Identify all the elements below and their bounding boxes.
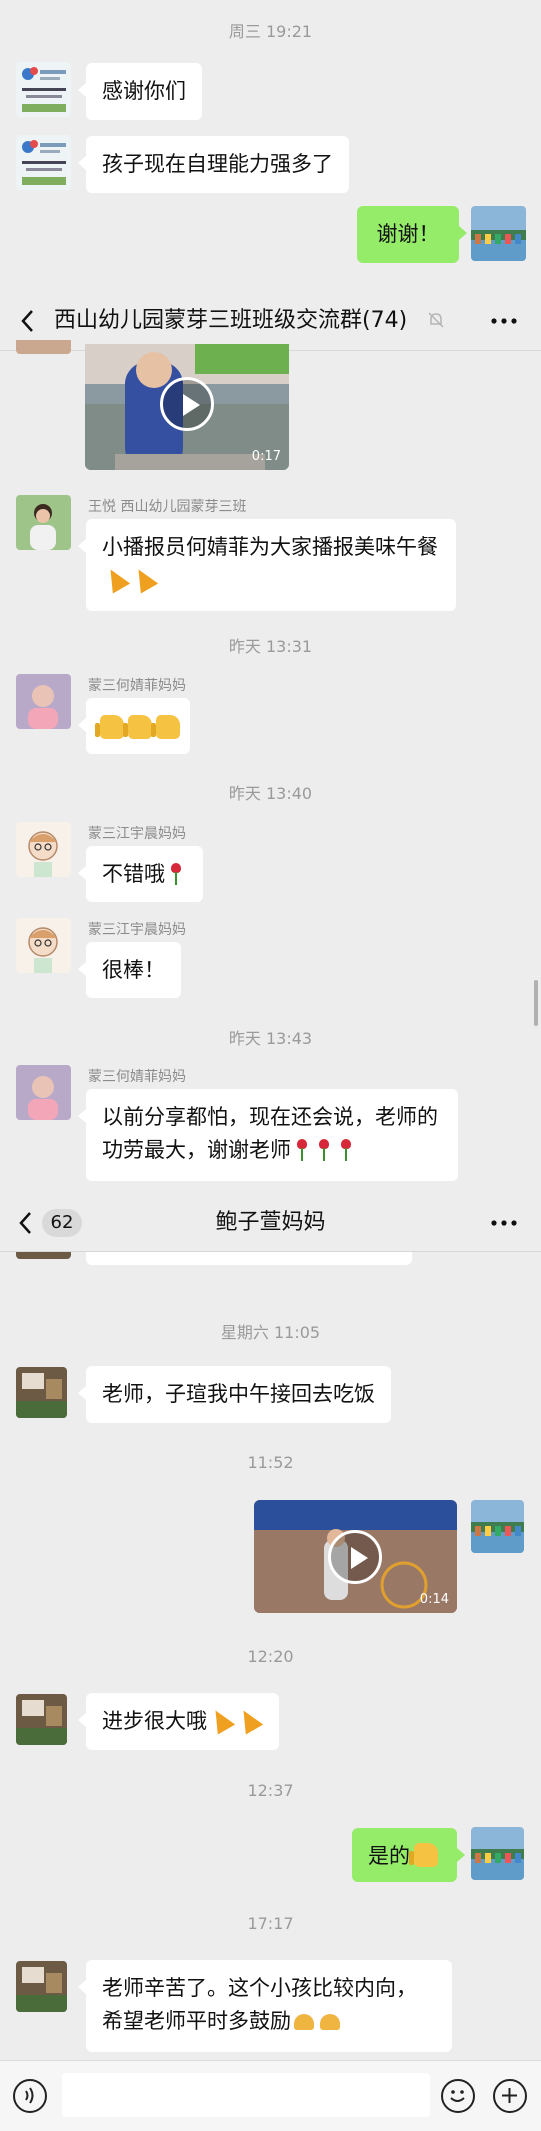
video-message[interactable]: 0:17 [85, 344, 289, 470]
chat-header: 西山幼儿园蒙芽三班班级交流群(74) [0, 292, 541, 351]
watermark-text: 西山 [332, 2085, 380, 2113]
avatar-self[interactable] [471, 206, 526, 261]
chat-title: 西山幼儿园蒙芽三班班级交流群(74) [54, 308, 408, 333]
play-icon[interactable] [328, 1530, 382, 1584]
plus-icon[interactable] [493, 2079, 527, 2113]
message-bubble[interactable]: 以前分享都怕，现在还会说，老师的功劳最大，谢谢老师 [78, 1089, 458, 1181]
avatar-photo-icon [471, 1827, 524, 1880]
chat-screen-1: 周三 19:21 感谢你们 孩子现在自理能力强多了 谢谢！ [0, 0, 541, 295]
chat-header: 62 鲍子萱妈妈 [0, 1195, 541, 1252]
rose-icon [319, 1139, 329, 1161]
message-bubble[interactable]: 不错哦 [78, 846, 203, 902]
avatar-cartoon-icon [16, 822, 71, 877]
avatar[interactable] [16, 135, 71, 190]
timestamp: 11:52 [247, 1453, 294, 1472]
avatar-self[interactable] [471, 1827, 524, 1880]
avatar-photo-icon [16, 495, 71, 550]
avatar[interactable] [16, 62, 71, 117]
avatar[interactable] [16, 495, 71, 550]
avatar[interactable] [16, 1367, 67, 1418]
message-text: 是的 [368, 1844, 410, 1868]
avatar-photo-icon [16, 1065, 71, 1120]
sender-name: 王悦 西山幼儿园蒙芽三班 [88, 499, 247, 515]
chat-screen-3: 可以让子瑄去小班和她弟弟一起 62 鲍子萱妈妈 星期六 11:05 老师，子瑄我… [0, 1195, 541, 2131]
message-bubble[interactable]: 感谢你们 [78, 63, 202, 120]
avatar-logo-icon [16, 135, 71, 190]
message-text: 小播报员何婧菲为大家播报美味午餐 [102, 535, 438, 559]
voice-input-icon[interactable] [13, 2079, 47, 2113]
avatar-self[interactable] [471, 1500, 524, 1553]
timestamp: 昨天 13:40 [228, 784, 313, 803]
avatar[interactable] [16, 340, 71, 354]
thumbs-up-icon [151, 715, 180, 739]
party-popper-icon [206, 1705, 236, 1735]
chat-screen-2: 西山幼儿园蒙芽三班班级交流群(74) 0:17 王悦 西山幼儿园蒙芽三班 小播报… [0, 292, 541, 1197]
message-bubble-self[interactable]: 谢谢！ [357, 206, 467, 263]
message-bubble[interactable]: 孩子现在自理能力强多了 [78, 136, 349, 193]
party-popper-icon [234, 1705, 264, 1735]
message-bubble-self[interactable]: 是的 [352, 1828, 465, 1882]
timestamp: 17:17 [247, 1914, 294, 1933]
rose-icon [171, 863, 181, 885]
timestamp: 星期六 11:05 [220, 1323, 321, 1342]
message-bubble[interactable]: 老师辛苦了。这个小孩比较内向，希望老师平时多鼓励 [78, 1960, 452, 2052]
avatar-photo-icon [16, 1961, 67, 2012]
party-popper-icon [101, 564, 131, 594]
rose-icon [341, 1139, 351, 1161]
avatar-photo-icon [16, 1367, 67, 1418]
mute-bell-icon [425, 309, 447, 331]
avatar[interactable] [16, 1694, 67, 1745]
thumbs-up-icon [409, 1843, 438, 1867]
avatar-logo-icon [16, 62, 71, 117]
praying-hands-icon [294, 2014, 314, 2030]
avatar-photo-icon [16, 1694, 67, 1745]
thumbs-up-icon [123, 715, 152, 739]
avatar[interactable] [16, 822, 71, 877]
chat-title: 鲍子萱妈妈 [215, 1210, 326, 1235]
timestamp: 12:37 [247, 1781, 294, 1800]
thumbs-up-icon [95, 715, 124, 739]
message-text: 不错哦 [102, 862, 165, 886]
more-options-icon[interactable] [489, 1211, 519, 1235]
emoji-icon[interactable] [441, 2079, 475, 2113]
timestamp: 昨天 13:31 [228, 637, 313, 656]
message-bubble[interactable]: 老师，子瑄我中午接回去吃饭 [78, 1366, 391, 1423]
video-duration: 0:14 [419, 1592, 449, 1607]
message-bubble[interactable]: 进步很大哦 [78, 1693, 279, 1750]
input-bar: 西山 [0, 2060, 541, 2131]
avatar-cartoon-icon [16, 918, 71, 973]
back-icon[interactable] [12, 306, 42, 336]
video-duration: 0:17 [251, 449, 281, 464]
scrollbar[interactable] [534, 980, 538, 1026]
avatar[interactable] [16, 1961, 67, 2012]
sender-name: 蒙三何婧菲妈妈 [88, 678, 186, 694]
rose-icon [297, 1139, 307, 1161]
more-options-icon[interactable] [489, 309, 519, 333]
avatar[interactable] [16, 918, 71, 973]
sender-name: 蒙三何婧菲妈妈 [88, 1069, 186, 1085]
message-bubble[interactable]: 很棒！ [78, 942, 181, 998]
message-text: 老师辛苦了。这个小孩比较内向，希望老师平时多鼓励 [102, 1976, 417, 2033]
avatar[interactable] [16, 674, 71, 729]
sender-name: 蒙三江宇晨妈妈 [88, 826, 186, 842]
timestamp: 昨天 13:43 [228, 1029, 313, 1048]
play-icon[interactable] [160, 377, 214, 431]
message-text: 以前分享都怕，现在还会说，老师的功劳最大，谢谢老师 [102, 1105, 438, 1162]
timestamp: 12:20 [247, 1647, 294, 1666]
avatar-photo-icon [16, 674, 71, 729]
sender-name: 蒙三江宇晨妈妈 [88, 922, 186, 938]
message-bubble[interactable]: 小播报员何婧菲为大家播报美味午餐 [78, 519, 456, 611]
avatar-photo-icon [471, 206, 526, 261]
avatar-photo-icon [471, 1500, 524, 1553]
timestamp: 周三 19:21 [228, 22, 313, 41]
video-message[interactable]: 0:14 [254, 1500, 457, 1613]
praying-hands-icon [320, 2014, 340, 2030]
party-popper-icon [129, 564, 159, 594]
message-text: 进步很大哦 [102, 1709, 207, 1733]
avatar[interactable] [16, 1065, 71, 1120]
message-bubble[interactable] [78, 698, 190, 754]
